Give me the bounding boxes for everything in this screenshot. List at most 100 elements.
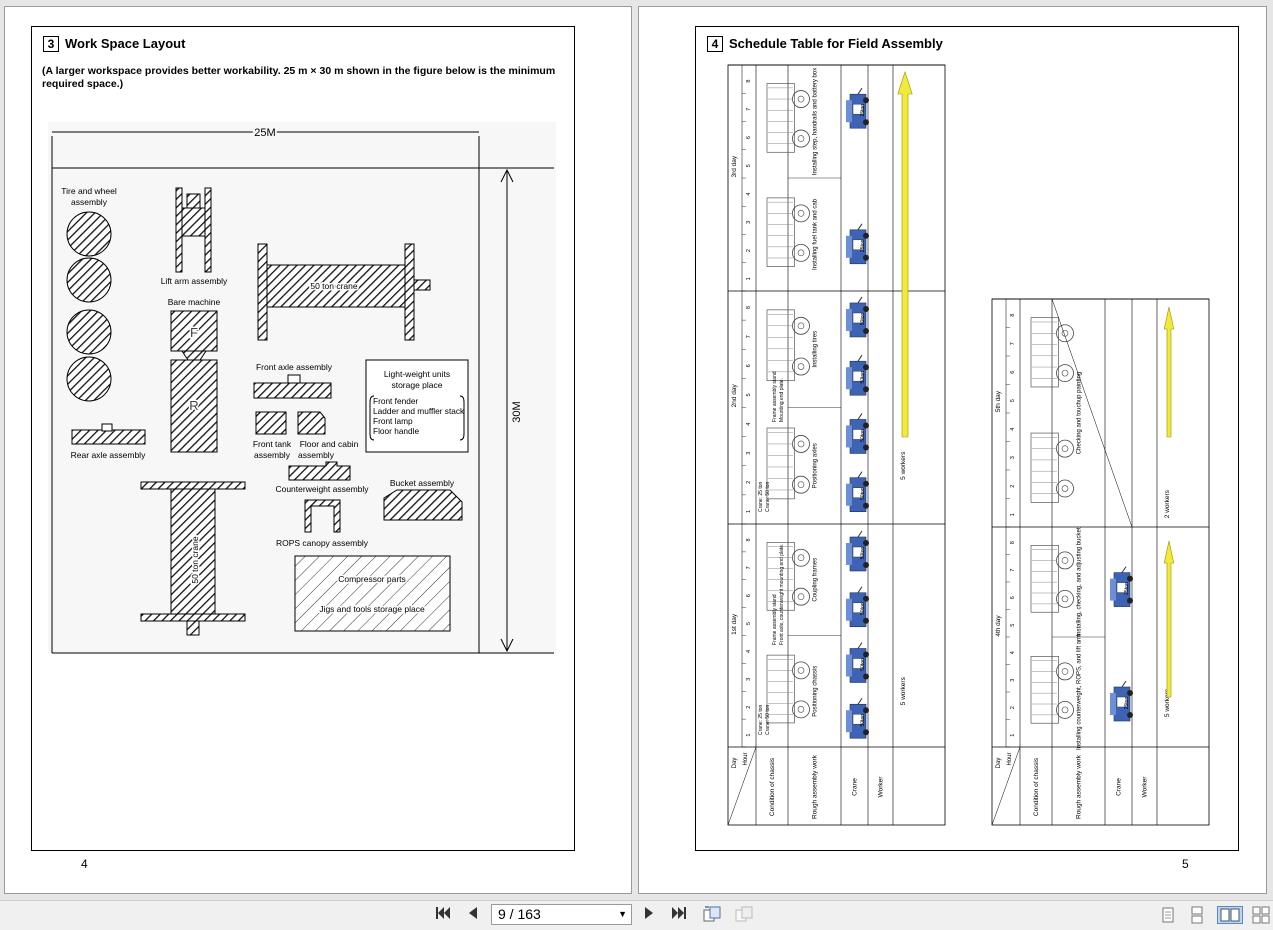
copy-page-button[interactable] — [734, 905, 756, 925]
machine-part — [766, 197, 795, 267]
hour-label: 4 — [1010, 651, 1016, 654]
rough-work-label: Positioning chassis — [813, 666, 819, 717]
machine-part — [792, 661, 810, 680]
rops-label: ROPS canopy assembly — [276, 538, 369, 548]
hour-label: 2 — [746, 706, 752, 709]
previous-page-button[interactable] — [465, 905, 481, 925]
left-page-frame: 3 Work Space Layout (A larger workspace p… — [31, 26, 575, 851]
crane-part — [1127, 712, 1133, 718]
viewer-toolbar: 9 / 163 ▼ — [0, 900, 1273, 930]
next-page-button[interactable] — [641, 905, 657, 925]
machine-part — [1061, 485, 1069, 492]
hour-label: 1 — [746, 734, 752, 737]
hour-label: 1 — [746, 510, 752, 513]
condition-note: Mounting end plate. — [779, 378, 785, 422]
rough-work-label: Installing counterweight, ROPS, and lift… — [1077, 634, 1083, 750]
crane-part — [857, 471, 863, 478]
crane-part — [857, 413, 863, 420]
crane-part — [863, 729, 869, 736]
page-number-right: 5 — [1182, 857, 1189, 871]
machine-part — [766, 83, 795, 153]
crane-part — [863, 386, 869, 393]
machine-part — [797, 440, 805, 448]
crane-capacity-label: 25ton — [1124, 697, 1130, 710]
machine-part — [1030, 656, 1059, 724]
machine-part — [1056, 439, 1074, 458]
machine-part — [792, 129, 810, 148]
page-indicator: 9 / 163 — [498, 906, 541, 922]
crane-part — [863, 444, 869, 451]
crane-part — [863, 595, 869, 602]
hour-label: 3 — [746, 452, 752, 455]
machine-part — [792, 587, 810, 606]
bucket-shape — [383, 489, 463, 521]
rough-work-label: Coupling frames — [813, 558, 819, 602]
section-heading: 4 Schedule Table for Field Assembly — [707, 36, 943, 52]
crane-capacity-label: 50ton — [860, 547, 866, 560]
workers-label: 2 workers — [1164, 489, 1171, 518]
machine-part — [797, 95, 805, 103]
tire-3 — [66, 309, 112, 355]
crane-part — [846, 654, 852, 677]
machine-part — [797, 593, 805, 601]
front-axle-label: Front axle assembly — [256, 362, 333, 372]
facing-pages-view-button[interactable] — [1217, 906, 1243, 924]
continuous-facing-view-button[interactable] — [1251, 906, 1270, 924]
crane-part — [863, 119, 869, 126]
day-label: 4th day — [995, 615, 1002, 637]
crane-part — [1127, 597, 1133, 604]
single-page-view-button[interactable] — [1159, 906, 1177, 924]
machine-part — [1056, 479, 1074, 498]
condition-note: Crane: 50 ton — [765, 481, 771, 512]
rough-work-label: Checking and touchup painting — [1077, 372, 1083, 454]
crane-part — [846, 100, 852, 123]
crane-part — [863, 561, 869, 568]
day-label: 5th day — [995, 390, 1002, 412]
width-dimension-label: 25M — [254, 127, 275, 139]
machine-part — [1061, 668, 1069, 675]
crane-part — [863, 651, 869, 658]
crane-capacity-label: 50ton — [860, 602, 866, 615]
progress-arrow-day-5 — [1163, 306, 1175, 438]
compressor-storage-area — [294, 555, 451, 632]
hour-label: 6 — [746, 594, 752, 597]
intro-text: (A larger workspace provides better work… — [42, 65, 556, 90]
rough-work-label: Installing fuel tank and cab — [813, 198, 819, 270]
tire-4 — [66, 356, 112, 402]
continuous-view-button[interactable] — [1188, 906, 1206, 924]
machine-part — [797, 322, 805, 330]
floor-cabin-shape — [297, 411, 326, 435]
tire-2 — [66, 257, 112, 303]
rotate-view-button[interactable] — [702, 905, 724, 925]
hour-label: 5 — [746, 622, 752, 625]
machine-part — [797, 363, 805, 370]
floor-cabin-label-1: Floor and cabin — [300, 439, 359, 449]
machine-part — [797, 249, 805, 257]
machine-part — [797, 210, 805, 217]
section-title: Work Space Layout — [65, 36, 186, 51]
crane-part — [846, 483, 852, 506]
crane-part — [1121, 680, 1127, 688]
page-number-dropdown[interactable]: 9 / 163 ▼ — [491, 904, 632, 925]
crane-part — [863, 97, 869, 104]
crane-part — [1121, 566, 1127, 573]
first-page-button[interactable] — [434, 905, 452, 925]
hour-label: 2 — [1010, 485, 1016, 488]
hour-label: 6 — [1010, 371, 1016, 374]
machine-part — [1030, 545, 1059, 613]
crane-part — [857, 354, 863, 362]
machine-part — [1030, 317, 1059, 388]
hour-label: 6 — [746, 136, 752, 139]
facing-pages-icon — [1220, 908, 1240, 922]
crane-part — [846, 598, 852, 621]
condition-note: Crane: 25 ton — [758, 481, 764, 512]
machine-part — [797, 667, 805, 674]
hour-label: 3 — [1010, 456, 1016, 459]
hour-label: 2 — [746, 249, 752, 252]
last-page-button[interactable] — [670, 905, 688, 925]
hour-label: 7 — [746, 566, 752, 569]
machine-part — [1056, 700, 1074, 719]
hour-label: 2 — [1010, 706, 1016, 709]
machine-part — [1056, 364, 1074, 383]
condition-note: Frame assembly stand — [772, 594, 778, 645]
